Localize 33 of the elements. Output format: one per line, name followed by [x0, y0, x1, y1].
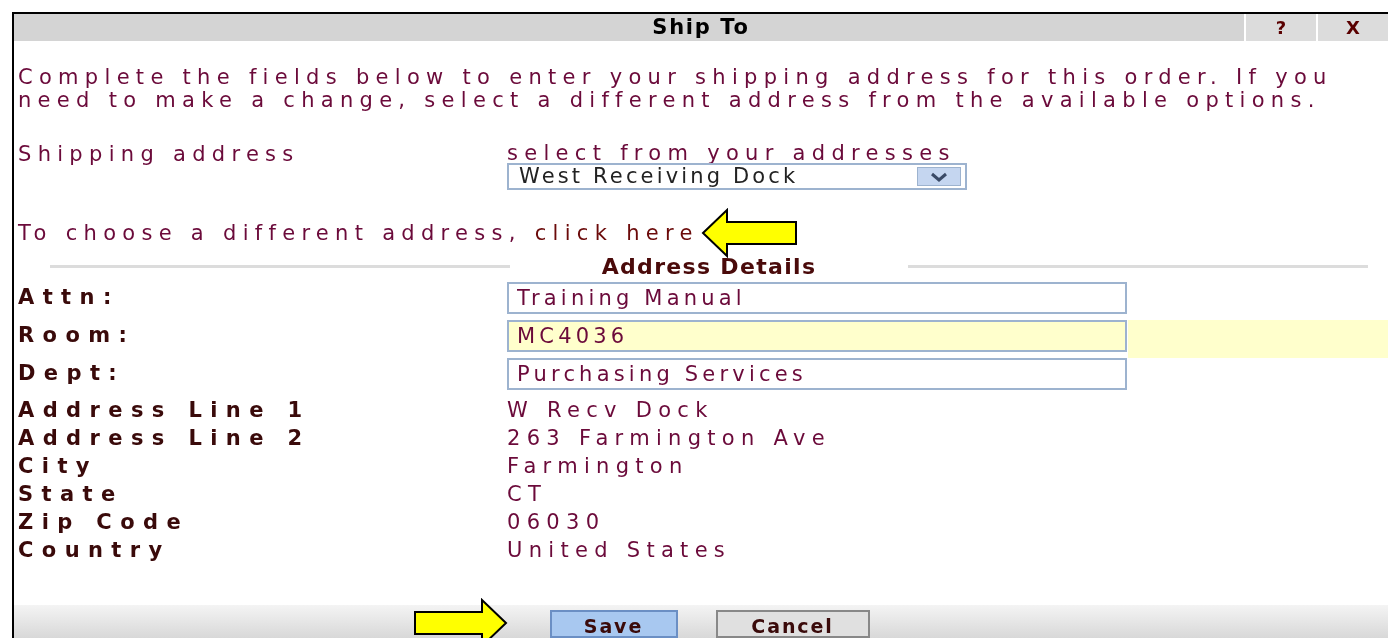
field-label: Address Line 1: [18, 398, 312, 422]
click-here-link[interactable]: click here: [534, 221, 699, 245]
dropdown-icon: [917, 167, 961, 186]
intro-text: Complete the fields below to enter your shipping address for this order. If you need to make a change, select a different address from the available options.: [18, 66, 1334, 112]
save-button[interactable]: Save: [549, 610, 678, 638]
help-button[interactable]: ?: [1244, 14, 1316, 41]
pointer-arrow-icon: [700, 208, 798, 258]
field-label: City: [18, 454, 99, 478]
field-label: Zip Code: [18, 510, 191, 534]
close-button[interactable]: X: [1316, 14, 1388, 41]
text-field[interactable]: MC4036: [507, 320, 1127, 352]
section-heading: Address Details: [601, 254, 817, 278]
field-value: United States: [507, 538, 732, 562]
field-label: Dept:: [18, 360, 127, 385]
field-label: Address Line 2: [18, 426, 312, 450]
field-value: Farmington: [507, 454, 689, 478]
text-field[interactable]: Purchasing Services: [507, 358, 1127, 390]
field-value: 06030: [507, 510, 606, 534]
field-value: 263 Farmington Ave: [507, 426, 831, 450]
dialog-title: Ship To: [652, 13, 750, 41]
field-label: State: [18, 482, 125, 506]
field-label: Country: [18, 538, 172, 562]
field-value: CT: [507, 482, 548, 506]
shipping-address-label: Shipping address: [18, 143, 301, 168]
pointer-arrow-icon: [412, 598, 510, 638]
cancel-button[interactable]: Cancel: [715, 610, 870, 638]
address-select[interactable]: West Receiving Dock: [507, 163, 967, 190]
text-field[interactable]: Training Manual: [507, 282, 1127, 314]
field-label: Room:: [18, 322, 137, 347]
change-address-text: To choose a different address,: [18, 221, 523, 245]
field-label: Attn:: [18, 284, 121, 309]
field-value: W Recv Dock: [507, 398, 714, 422]
address-select-hint: select from your addresses: [507, 143, 957, 163]
